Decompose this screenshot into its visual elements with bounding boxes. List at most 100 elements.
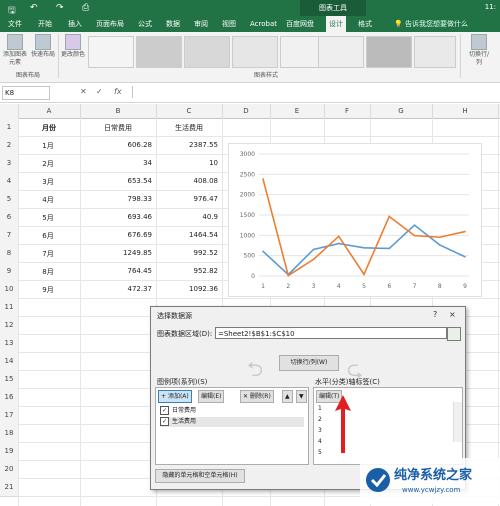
series-point[interactable] — [438, 236, 441, 239]
table-cell[interactable]: 992.52 — [158, 249, 219, 257]
series-point[interactable] — [312, 248, 315, 251]
series-item[interactable]: ✓ 生活费用 — [160, 417, 304, 427]
table-cell[interactable]: 1092.36 — [158, 285, 218, 293]
cancel-icon[interactable]: ✕ — [80, 87, 87, 96]
table-cell[interactable]: 8月 — [20, 267, 76, 277]
table-cell[interactable]: 3月 — [20, 177, 76, 187]
chart-style-2[interactable] — [136, 36, 182, 68]
line-chart[interactable]: 3000 2500 2000 1500 1000 500 0 1 2 3 4 5 6 7 8 9 — [228, 143, 482, 297]
chart-style-8[interactable] — [414, 36, 456, 68]
table-cell[interactable]: 1464.54 — [158, 231, 218, 239]
move-up-icon[interactable]: ▲ — [282, 390, 293, 403]
switch-row-column-button[interactable]: 切换行/列 — [466, 34, 492, 67]
row-header[interactable]: 20 — [0, 460, 18, 479]
table-cell[interactable]: 10 — [158, 159, 218, 167]
series-point[interactable] — [287, 274, 290, 277]
row-header[interactable]: 17 — [0, 406, 18, 425]
table-cell[interactable]: 952.82 — [158, 267, 219, 275]
print-preview-icon[interactable]: ⎙ — [82, 3, 89, 13]
table-cell[interactable]: 34 — [82, 159, 152, 167]
row-header[interactable]: 12 — [0, 316, 18, 335]
series-line-2[interactable] — [262, 178, 466, 277]
row-header[interactable]: 16 — [0, 388, 18, 407]
series-point[interactable] — [363, 273, 365, 276]
chart-range-input[interactable]: =Sheet2!$B$1:$C$10 — [215, 327, 447, 339]
switch-row-column-dialog-button[interactable]: 切换行/列(W) — [279, 355, 339, 371]
tab-baidu-netdisk[interactable]: 百度网盘 — [286, 16, 314, 32]
row-header[interactable]: 1 — [0, 118, 18, 137]
row-header[interactable]: 11 — [0, 298, 18, 317]
help-icon[interactable]: ? — [433, 310, 437, 319]
table-cell[interactable]: 2月 — [20, 159, 76, 169]
redo-icon[interactable]: ↷ — [56, 3, 64, 13]
row-header[interactable]: 4 — [0, 172, 18, 191]
range-collapse-icon[interactable] — [447, 327, 461, 341]
quick-layout-button[interactable]: 快速布局 — [30, 34, 56, 59]
series-point[interactable] — [262, 250, 264, 253]
series-point[interactable] — [262, 178, 264, 180]
column-header-c[interactable]: C — [156, 104, 223, 118]
table-cell[interactable]: 976.47 — [158, 195, 219, 203]
table-cell[interactable]: 1249.85 — [82, 249, 152, 257]
tab-view[interactable]: 视图 — [222, 16, 236, 32]
series-point[interactable] — [363, 246, 365, 249]
row-header[interactable]: 19 — [0, 442, 18, 461]
axis-item[interactable]: 4 — [318, 437, 322, 447]
row-header[interactable]: 8 — [0, 244, 18, 263]
row-header[interactable]: 15 — [0, 370, 18, 389]
series-point[interactable] — [337, 242, 340, 245]
hidden-empty-cells-button[interactable]: 隐藏的单元格和空单元格(H) — [155, 469, 245, 483]
chart-style-1[interactable] — [88, 36, 134, 68]
chart-style-7[interactable] — [366, 36, 412, 68]
row-header[interactable]: 7 — [0, 226, 18, 245]
axis-item[interactable]: 1 — [318, 404, 322, 414]
checkbox-icon[interactable]: ✓ — [160, 417, 169, 426]
row-header[interactable]: 2 — [0, 136, 18, 155]
table-cell[interactable]: 1月 — [20, 141, 76, 151]
checkbox-icon[interactable]: ✓ — [160, 406, 169, 415]
table-cell[interactable]: 9月 — [20, 285, 76, 295]
column-header-a[interactable]: A — [18, 104, 81, 118]
table-cell[interactable]: 6月 — [20, 231, 76, 241]
series-point[interactable] — [413, 234, 416, 237]
row-header[interactable]: 3 — [0, 154, 18, 173]
column-header-h[interactable]: H — [432, 104, 499, 118]
fx-icon[interactable]: fx — [114, 87, 122, 96]
table-cell[interactable]: 月份 — [20, 123, 78, 133]
chart-style-6[interactable] — [318, 36, 364, 68]
column-header-d[interactable]: D — [222, 104, 271, 118]
select-all-corner[interactable] — [0, 104, 19, 118]
series-line-1[interactable] — [262, 224, 466, 276]
move-down-icon[interactable]: ▼ — [296, 390, 307, 403]
table-cell[interactable]: 472.37 — [82, 285, 153, 293]
axis-item[interactable]: 2 — [318, 415, 322, 425]
table-cell[interactable]: 693.46 — [82, 213, 153, 221]
row-header[interactable]: 6 — [0, 208, 18, 227]
table-cell[interactable]: 4月 — [20, 195, 76, 205]
table-cell[interactable]: 606.28 — [82, 141, 153, 149]
series-item[interactable]: ✓ 日常费用 — [160, 406, 196, 416]
name-box[interactable]: K8 — [2, 86, 50, 100]
row-header[interactable]: 9 — [0, 262, 18, 281]
tab-design[interactable]: 设计 — [326, 16, 346, 32]
table-cell[interactable]: 5月 — [20, 213, 76, 223]
confirm-icon[interactable]: ✓ — [96, 87, 103, 96]
table-cell[interactable]: 676.69 — [82, 231, 153, 239]
series-point[interactable] — [337, 235, 340, 238]
row-header[interactable]: 18 — [0, 424, 18, 443]
delete-series-button[interactable]: ✕ 删除(R) — [240, 390, 274, 403]
table-cell[interactable]: 生活费用 — [158, 123, 220, 133]
table-cell[interactable]: 2387.55 — [158, 141, 218, 149]
row-header[interactable]: 13 — [0, 334, 18, 353]
row-header[interactable]: 5 — [0, 190, 18, 209]
table-cell[interactable]: 408.08 — [158, 177, 219, 185]
series-point[interactable] — [312, 258, 315, 261]
table-cell[interactable]: 798.33 — [82, 195, 153, 203]
add-series-button[interactable]: + 添加(A) — [158, 390, 192, 403]
edit-series-button[interactable]: 编辑(E) — [198, 390, 225, 403]
tab-home[interactable]: 开始 — [38, 16, 52, 32]
table-cell[interactable]: 40.9 — [158, 213, 218, 221]
tab-page-layout[interactable]: 页面布局 — [96, 16, 124, 32]
series-point[interactable] — [413, 224, 416, 226]
column-header-f[interactable]: F — [324, 104, 371, 118]
